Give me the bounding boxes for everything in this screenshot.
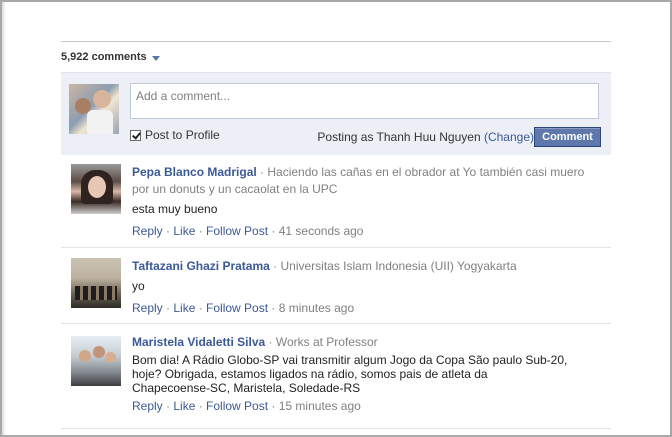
comment-body: Maristela Vidaletti Silva · Works at Pro… <box>132 334 592 413</box>
current-user-avatar <box>69 84 119 134</box>
follow-post-link[interactable]: Follow Post <box>206 301 268 315</box>
commenter-meta: · Haciendo las cañas en el obrador <box>260 165 447 179</box>
comment-text: Bom dia! A Rádio Globo-SP vai transmitir… <box>132 353 592 395</box>
comment-actions: Reply · Like · Follow Post · 15 minutes … <box>132 399 361 413</box>
like-link[interactable]: Like <box>173 224 195 238</box>
comment-text-line: Chapecoense-SC, Maristela, Soledade-RS <box>132 381 361 395</box>
comment-timestamp[interactable]: 8 minutes ago <box>279 301 354 315</box>
comment-actions: Reply · Like · Follow Post · 41 seconds … <box>132 224 364 238</box>
posting-as-label: Posting as Thanh Huu Nguyen <box>317 130 481 144</box>
comment-count-label[interactable]: 5,922 comments <box>61 51 147 63</box>
commenter-meta: · Universitas Islam Indonesia (UII) Yogy… <box>273 259 517 273</box>
follow-post-link[interactable]: Follow Post <box>206 399 268 413</box>
post-to-profile-option[interactable]: Post to Profile <box>130 128 220 142</box>
change-account-link[interactable]: (Change) <box>484 130 534 144</box>
meta-link[interactable]: Yo también casi muero <box>463 165 585 179</box>
comment-body: Taftazani Ghazi Pratama · Universitas Is… <box>132 258 592 315</box>
comment-text: esta muy bueno <box>132 202 218 216</box>
comment-count-header[interactable]: 5,922 comments <box>61 42 611 72</box>
posting-as-text: Posting as Thanh Huu Nguyen (Change) <box>317 130 534 144</box>
comment-body: Pepa Blanco Madrigal · Haciendo las caña… <box>132 164 592 238</box>
add-comment-input[interactable]: Add a comment... <box>130 83 599 119</box>
comment-item: Taftazani Ghazi Pratama · Universitas Is… <box>61 248 611 324</box>
comment-composer: Add a comment... Post to Profile Posting… <box>61 72 611 155</box>
reply-link[interactable]: Reply <box>132 301 163 315</box>
commenter-avatar[interactable] <box>71 258 121 308</box>
commenter-avatar[interactable] <box>71 164 121 214</box>
reply-link[interactable]: Reply <box>132 224 163 238</box>
comment-button[interactable]: Comment <box>534 127 601 147</box>
comment-text: yo <box>132 279 145 293</box>
like-link[interactable]: Like <box>173 399 195 413</box>
comment-timestamp[interactable]: 41 seconds ago <box>279 224 364 238</box>
post-to-profile-checkbox[interactable] <box>130 129 141 141</box>
commenter-name[interactable]: Pepa Blanco Madrigal <box>132 165 257 179</box>
commenter-name[interactable]: Taftazani Ghazi Pratama <box>132 259 270 273</box>
comment-timestamp[interactable]: 15 minutes ago <box>279 399 361 413</box>
comment-item: Pepa Blanco Madrigal · Haciendo las caña… <box>61 155 611 248</box>
meta-at: at <box>449 165 460 179</box>
chevron-down-icon[interactable] <box>151 55 160 61</box>
reply-link[interactable]: Reply <box>132 399 163 413</box>
comment-text-line: Bom dia! A Rádio Globo-SP vai transmitir… <box>132 353 568 367</box>
post-to-profile-label[interactable]: Post to Profile <box>145 128 220 142</box>
comment-text-line: hoje? Obrigada, estamos ligados na rádio… <box>132 367 488 381</box>
like-link[interactable]: Like <box>173 301 195 315</box>
comments-plugin: 5,922 comments Add a comment... Post to … <box>61 41 611 429</box>
comment-actions: Reply · Like · Follow Post · 8 minutes a… <box>132 301 355 315</box>
comment-item: Maristela Vidaletti Silva · Works at Pro… <box>61 324 611 429</box>
commenter-avatar[interactable] <box>71 336 121 386</box>
frame-shadow <box>2 2 6 435</box>
commenter-name[interactable]: Maristela Vidaletti Silva <box>132 335 265 349</box>
meta-link-continued[interactable]: por un donuts y un cacaolat en la UPC <box>132 181 592 198</box>
commenter-meta: · Works at Professor <box>268 335 378 349</box>
follow-post-link[interactable]: Follow Post <box>206 224 268 238</box>
